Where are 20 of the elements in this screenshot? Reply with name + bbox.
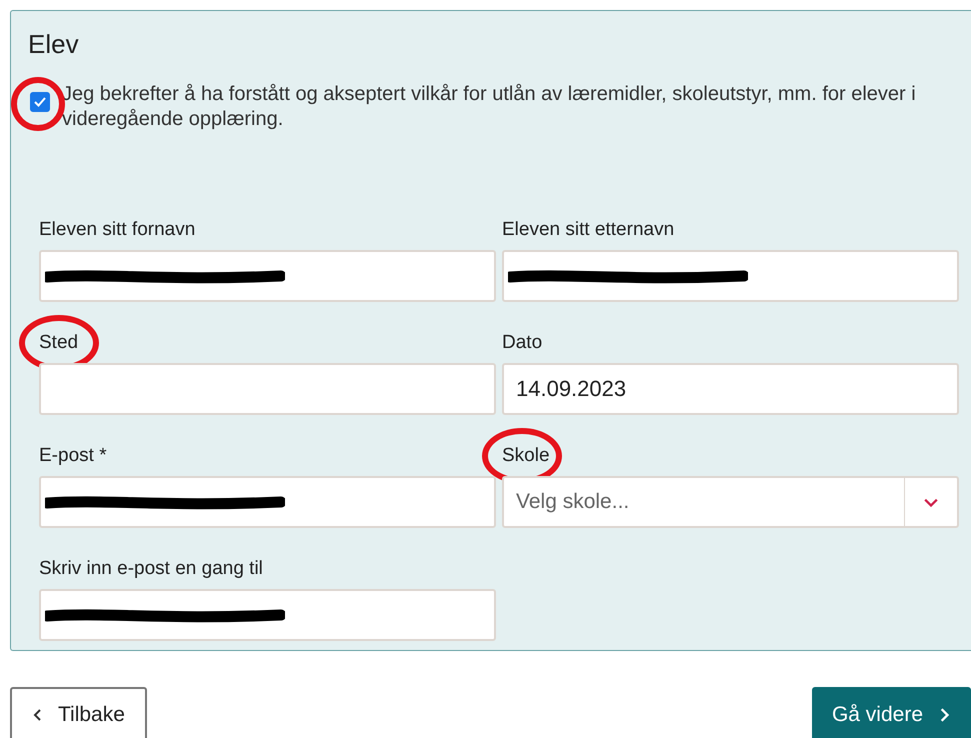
- check-icon: [34, 97, 46, 107]
- school-select[interactable]: Velg skole...: [502, 476, 959, 528]
- input-field[interactable]: 14.09.2023: [502, 363, 959, 415]
- panel-title: Elev: [28, 29, 80, 60]
- next-button[interactable]: Gå videre: [812, 687, 971, 738]
- input-field[interactable]: [39, 589, 496, 641]
- input-field[interactable]: [502, 250, 959, 302]
- input-field[interactable]: [39, 476, 496, 528]
- field-label: Eleven sitt etternavn: [502, 219, 674, 240]
- field-label: Sted: [39, 332, 78, 353]
- field-label: Eleven sitt fornavn: [39, 219, 196, 240]
- field-label: Skole: [502, 445, 550, 466]
- input-field[interactable]: [39, 250, 496, 302]
- field-label: Skriv inn e-post en gang til: [39, 558, 263, 579]
- consent-checkbox[interactable]: [30, 92, 50, 112]
- back-button[interactable]: Tilbake: [10, 687, 147, 738]
- consent-text: Jeg bekrefter å ha forstått og akseptert vilkår for utlån av læremidler, skoleutstyr, mm. for elever i videregående opplæring.: [62, 82, 917, 132]
- field-label: Dato: [502, 332, 542, 353]
- field-label: E-post *: [39, 445, 107, 466]
- input-field[interactable]: [39, 363, 496, 415]
